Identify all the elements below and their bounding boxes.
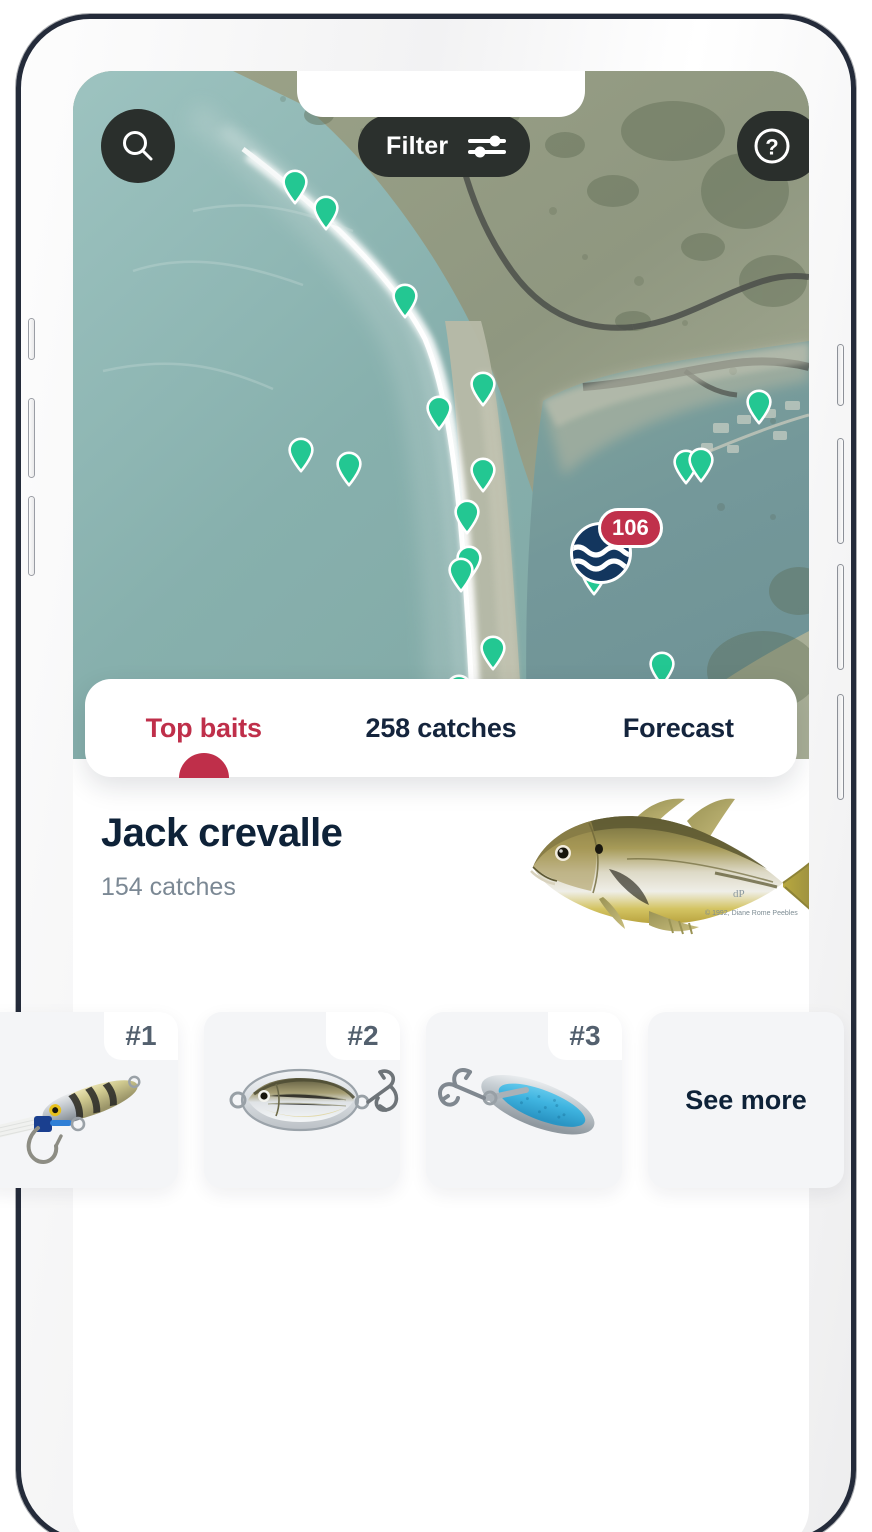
map-pin[interactable]	[447, 557, 475, 593]
map-pin[interactable]	[312, 195, 340, 231]
map-pin[interactable]	[391, 283, 419, 319]
phone-frame: Filter ? 106 Top baits 258 catches Forec…	[16, 14, 856, 1532]
location-pin-icon	[336, 451, 362, 487]
search-button[interactable]	[101, 109, 175, 183]
search-icon	[123, 131, 153, 161]
location-pin-icon	[313, 195, 339, 231]
cluster-count-badge: 106	[598, 508, 663, 548]
sliders-icon	[468, 135, 507, 158]
map-pin[interactable]	[687, 447, 715, 483]
location-pin-icon	[448, 557, 474, 593]
location-pin-icon	[288, 437, 314, 473]
location-pin-icon	[470, 371, 496, 407]
map-top-controls: Filter ?	[73, 109, 809, 183]
active-tab-indicator	[178, 752, 229, 778]
phone-side-button-2[interactable]	[838, 439, 843, 543]
map-pin[interactable]	[469, 457, 497, 493]
map-pin[interactable]	[335, 451, 363, 487]
svg-text:?: ?	[765, 135, 778, 160]
top-baits-carousel[interactable]: #1 #2 #3 See more	[0, 1000, 872, 1196]
see-more-label: See more	[685, 1084, 807, 1115]
tab-forecast-label: Forecast	[622, 712, 734, 743]
bait-rank-badge: #3	[548, 1012, 622, 1060]
bait-card[interactable]: #2	[204, 1012, 400, 1188]
filter-button[interactable]: Filter	[358, 115, 531, 177]
jack-crevalle-illustration: dP © 1992, Diane Rome Peebles	[530, 798, 809, 935]
catch-cluster-marker[interactable]: 106	[570, 508, 663, 584]
filter-button-label: Filter	[386, 131, 449, 160]
phone-power-button[interactable]	[838, 695, 843, 799]
help-button[interactable]: ?	[737, 111, 809, 181]
location-pin-icon	[454, 499, 480, 535]
tab-top-baits-label: Top baits	[145, 712, 262, 743]
screenshot-root: Filter ? 106 Top baits 258 catches Forec…	[0, 0, 872, 1532]
phone-volume-down-button[interactable]	[29, 497, 34, 575]
tab-top-baits[interactable]: Top baits	[85, 712, 322, 778]
bait-rank-badge: #2	[326, 1012, 400, 1060]
location-pin-icon	[392, 283, 418, 319]
bottom-sheet-tabs: Top baits 258 catches Forecast	[85, 679, 797, 778]
bait-card[interactable]: #1	[0, 1012, 178, 1188]
species-catch-count: 154 catches	[101, 873, 236, 901]
map-pin[interactable]	[745, 389, 773, 425]
phone-notch	[297, 71, 585, 117]
tab-catches-label: 258 catches	[365, 712, 517, 743]
map-pin[interactable]	[469, 371, 497, 407]
phone-mute-switch[interactable]	[29, 319, 34, 359]
phone-side-button-1[interactable]	[838, 345, 843, 405]
svg-text:dP: dP	[733, 888, 745, 900]
location-pin-icon	[688, 447, 714, 483]
location-pin-icon	[426, 395, 452, 431]
illustration-credit-svg: © 1992, Diane Rome Peebles	[705, 909, 798, 917]
phone-volume-up-button[interactable]	[29, 399, 34, 477]
tab-catches[interactable]: 258 catches	[322, 713, 559, 744]
location-pin-icon	[746, 389, 772, 425]
question-mark-icon: ?	[754, 128, 790, 164]
location-pin-icon	[470, 457, 496, 493]
map-pin[interactable]	[287, 437, 315, 473]
see-more-button[interactable]: See more	[648, 1012, 844, 1188]
phone-side-button-3[interactable]	[838, 565, 843, 669]
location-pin-icon	[480, 635, 506, 671]
species-section: Jack crevalle 154 catches dP © 1992, Dia…	[73, 787, 809, 967]
tab-forecast[interactable]: Forecast	[560, 713, 797, 744]
bait-rank-badge: #1	[104, 1012, 178, 1060]
phone-screen: Filter ? 106 Top baits 258 catches Forec…	[73, 71, 809, 1532]
map-pin[interactable]	[453, 499, 481, 535]
map-view[interactable]: Filter ? 106	[73, 71, 809, 759]
map-pin[interactable]	[479, 635, 507, 671]
species-name: Jack crevalle	[101, 811, 343, 855]
map-pin[interactable]	[425, 395, 453, 431]
bait-card[interactable]: #3	[426, 1012, 622, 1188]
